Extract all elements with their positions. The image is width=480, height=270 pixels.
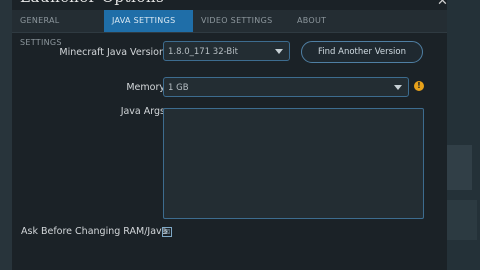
ask-before-changing-checkbox[interactable]: ☒ [162, 227, 172, 237]
tab-bar: GENERAL SETTINGS JAVA SETTINGS VIDEO SET… [12, 10, 447, 47]
tab-java-settings[interactable]: JAVA SETTINGS [104, 10, 193, 32]
java-version-select[interactable]: 1.8.0_171 32-Bit [163, 41, 290, 61]
tab-video-settings[interactable]: VIDEO SETTINGS [193, 10, 289, 32]
find-another-version-button[interactable]: Find Another Version [301, 41, 423, 63]
java-version-label: Minecraft Java Version [59, 47, 165, 58]
launcher-options-dialog: Launcher Options ✕ GENERAL SETTINGS JAVA… [12, 0, 448, 270]
memory-value: 1 GB [168, 83, 189, 93]
memory-select[interactable]: 1 GB [163, 77, 409, 97]
tab-general-settings[interactable]: GENERAL SETTINGS [12, 10, 104, 47]
java-args-textarea[interactable] [163, 108, 424, 219]
java-args-label: Java Args [120, 106, 165, 117]
chevron-down-icon [394, 85, 402, 90]
ask-before-changing-label: Ask Before Changing RAM/Java [21, 226, 168, 237]
chevron-down-icon [275, 49, 283, 54]
java-version-value: 1.8.0_171 32-Bit [168, 47, 238, 57]
background-thumbnail [446, 200, 477, 240]
close-icon[interactable]: ✕ [437, 0, 448, 9]
warning-icon[interactable]: ! [414, 81, 424, 91]
dialog-title: Launcher Options [12, 0, 455, 10]
memory-label: Memory [126, 82, 165, 93]
tab-about[interactable]: ABOUT [289, 10, 349, 32]
background-thumbnail [446, 145, 472, 190]
